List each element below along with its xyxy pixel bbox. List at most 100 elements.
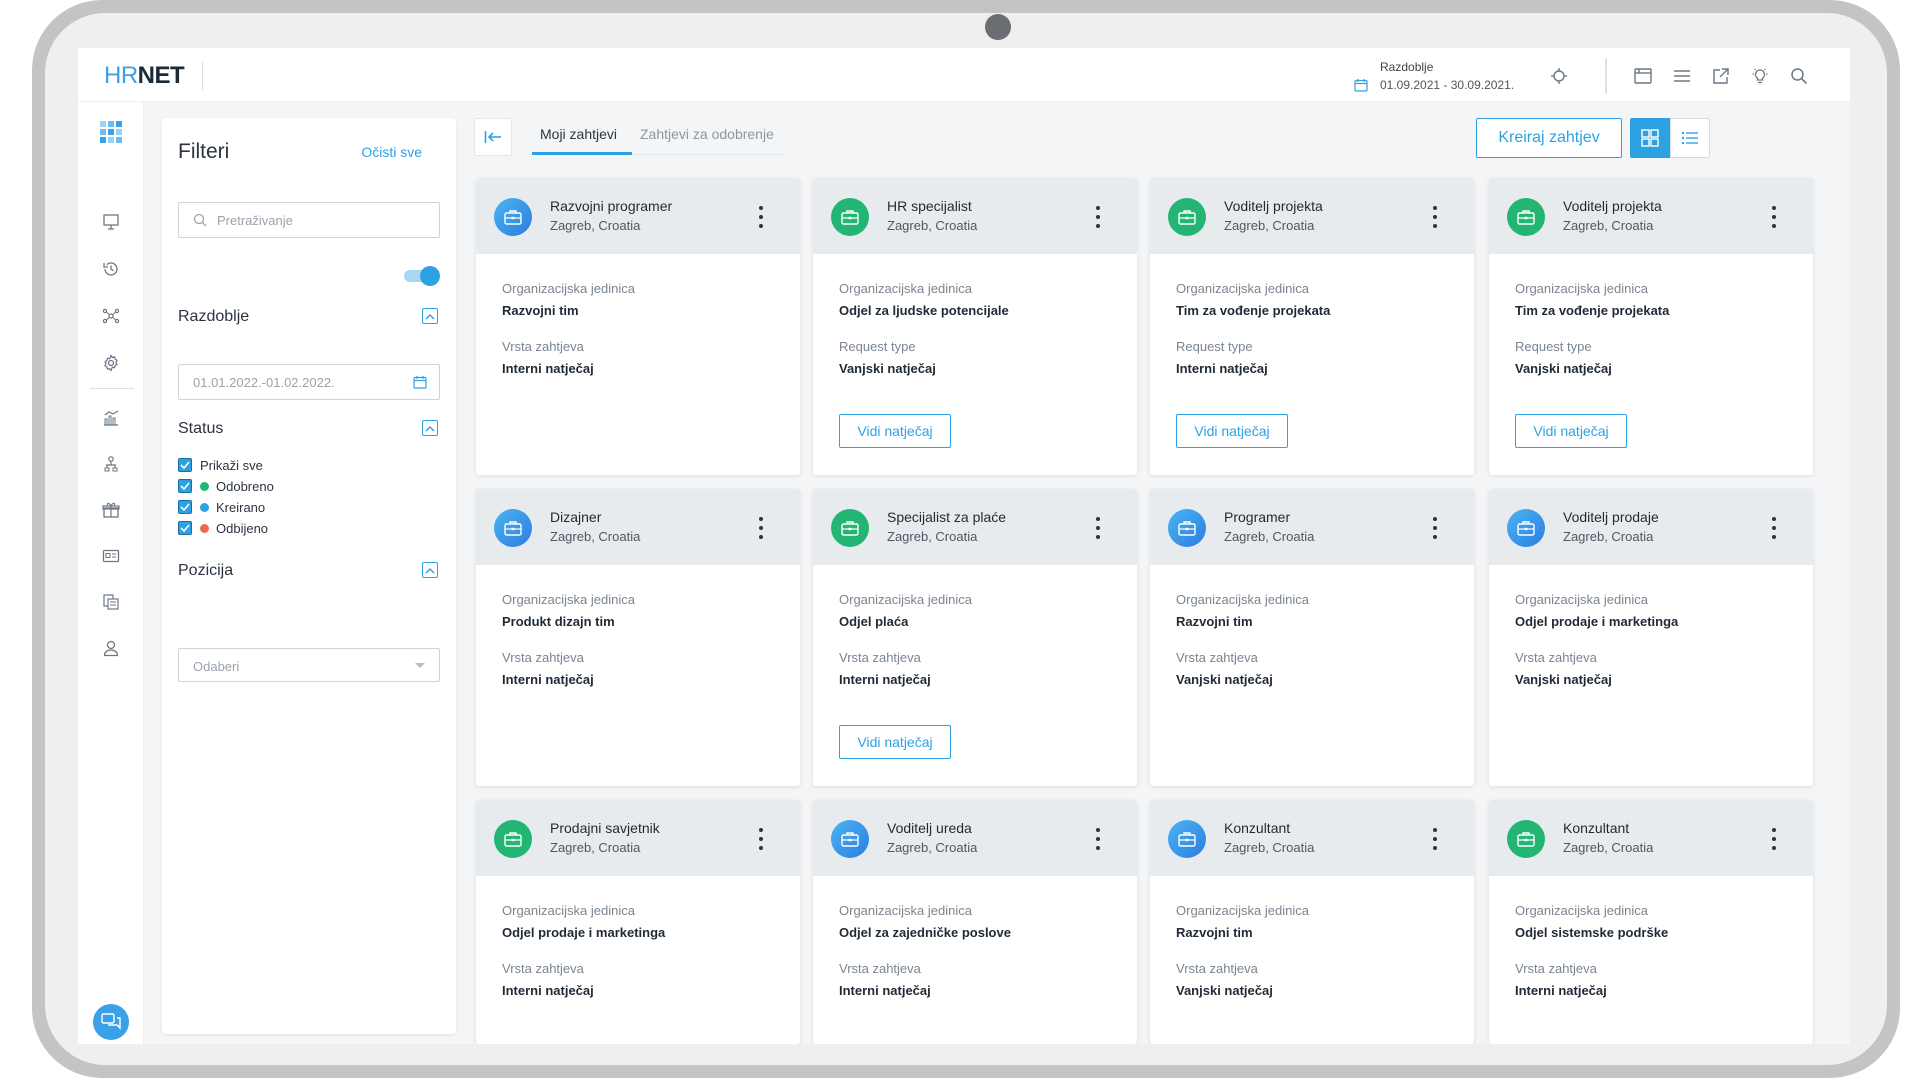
request-card[interactable]: Voditelj projekta Zagreb, Croatia Organiza… xyxy=(1150,178,1474,475)
status-section-title: Status xyxy=(178,420,224,437)
apps-grid-icon[interactable] xyxy=(99,120,123,144)
card-header: Konzultant Zagreb, Croatia xyxy=(1150,800,1474,876)
more-options-icon[interactable] xyxy=(758,206,764,228)
status-option-approved[interactable]: Odobreno xyxy=(178,477,274,495)
filter-search-input[interactable]: Pretraživanje xyxy=(178,202,440,238)
list-view-icon xyxy=(1681,131,1698,145)
request-card[interactable]: Razvojni programer Zagreb, Croatia Organiz… xyxy=(476,178,800,475)
camera xyxy=(985,14,1011,40)
grid-view-button[interactable] xyxy=(1630,118,1670,158)
window-icon[interactable] xyxy=(1632,65,1654,87)
more-options-icon[interactable] xyxy=(1095,517,1101,539)
tab-my-requests[interactable]: Moji zahtjevi xyxy=(540,126,617,142)
card-header: Specijalist za plaće Zagreb, Croatia xyxy=(813,489,1137,565)
status-option-rejected[interactable]: Odbijeno xyxy=(178,519,268,537)
more-options-icon[interactable] xyxy=(758,517,764,539)
filter-toggle[interactable] xyxy=(404,266,440,286)
presentation-icon[interactable] xyxy=(99,210,123,234)
more-options-icon[interactable] xyxy=(1432,517,1438,539)
gift-icon[interactable] xyxy=(99,498,123,522)
request-card[interactable]: Programer Zagreb, Croatia Organizacijska j… xyxy=(1150,489,1474,786)
card-title: HR specijalist xyxy=(887,198,972,214)
request-type-label: Vrsta zahtjeva xyxy=(1515,961,1597,976)
card-header: HR specijalist Zagreb, Croatia xyxy=(813,178,1137,254)
view-posting-button[interactable]: Vidi natječaj xyxy=(1515,414,1627,448)
more-options-icon[interactable] xyxy=(1771,517,1777,539)
more-options-icon[interactable] xyxy=(1432,206,1438,228)
card-location: Zagreb, Croatia xyxy=(1563,529,1654,544)
period-value: 01.09.2021 - 30.09.2021. xyxy=(1380,78,1515,92)
status-option-created[interactable]: Kreirano xyxy=(178,498,265,516)
more-options-icon[interactable] xyxy=(1095,828,1101,850)
org-unit-value: Tim za vođenje projekata xyxy=(1515,303,1670,318)
request-card[interactable]: Konzultant Zagreb, Croatia Organizacijska … xyxy=(1150,800,1474,1044)
position-section-title: Pozicija xyxy=(178,562,234,579)
view-posting-button[interactable]: Vidi natječaj xyxy=(839,414,951,448)
checkbox-checked[interactable] xyxy=(178,521,192,535)
org-structure-icon[interactable] xyxy=(99,452,123,476)
clear-all-link[interactable]: Očisti sve xyxy=(361,144,422,160)
documents-icon[interactable] xyxy=(99,590,123,614)
request-card[interactable]: Konzultant Zagreb, Croatia Organizacijska … xyxy=(1489,800,1813,1044)
org-unit-label: Organizacijska jedinica xyxy=(1515,592,1648,607)
request-card[interactable]: Specijalist za plaće Zagreb, Croatia Organ… xyxy=(813,489,1137,786)
period-label: Razdoblje xyxy=(1380,60,1434,74)
chevron-up-icon[interactable] xyxy=(422,308,438,324)
more-options-icon[interactable] xyxy=(1095,206,1101,228)
more-options-icon[interactable] xyxy=(1771,206,1777,228)
request-type-label: Vrsta zahtjeva xyxy=(502,650,584,665)
collapse-filters-button[interactable] xyxy=(474,118,512,156)
menu-icon[interactable] xyxy=(1671,65,1693,87)
request-card[interactable]: Voditelj prodaje Zagreb, Croatia Organizac… xyxy=(1489,489,1813,786)
request-card[interactable]: Voditelj ureda Zagreb, Croatia Organizacij… xyxy=(813,800,1137,1044)
chevron-up-icon[interactable] xyxy=(422,420,438,436)
view-posting-button[interactable]: Vidi natječaj xyxy=(839,725,951,759)
briefcase-icon xyxy=(1507,198,1545,236)
request-type-label: Vrsta zahtjeva xyxy=(1176,961,1258,976)
toggle-knob xyxy=(420,266,440,286)
location-target-icon[interactable] xyxy=(1548,65,1570,87)
card-location: Zagreb, Croatia xyxy=(550,840,641,855)
request-card[interactable]: Dizajner Zagreb, Croatia Organizacijska je… xyxy=(476,489,800,786)
id-card-icon[interactable] xyxy=(99,544,123,568)
list-view-button[interactable] xyxy=(1670,118,1710,158)
card-header: Voditelj prodaje Zagreb, Croatia xyxy=(1489,489,1813,565)
card-location: Zagreb, Croatia xyxy=(550,218,641,233)
network-icon[interactable] xyxy=(99,304,123,328)
chevron-up-icon[interactable] xyxy=(422,562,438,578)
period-date-input[interactable]: 01.01.2022.-01.02.2022. xyxy=(178,364,440,400)
top-bar: HRNET Razdoblje 01.09.2021 - 30.09.2021. xyxy=(78,48,1850,102)
card-location: Zagreb, Croatia xyxy=(1224,218,1315,233)
request-card[interactable]: Voditelj projekta Zagreb, Croatia Organiza… xyxy=(1489,178,1813,475)
status-option-show-all[interactable]: Prikaži sve xyxy=(178,456,263,474)
lightbulb-icon[interactable] xyxy=(1749,65,1771,87)
history-icon[interactable] xyxy=(99,257,123,281)
request-type-value: Vanjski natječaj xyxy=(1176,983,1273,998)
tab-requests-for-approval[interactable]: Zahtjevi za odobrenje xyxy=(640,126,774,142)
analytics-chart-icon[interactable] xyxy=(99,406,123,430)
more-options-icon[interactable] xyxy=(1432,828,1438,850)
more-options-icon[interactable] xyxy=(1771,828,1777,850)
status-option-label: Kreirano xyxy=(216,499,266,515)
request-card[interactable]: HR specijalist Zagreb, Croatia Organizacij… xyxy=(813,178,1137,475)
view-posting-button[interactable]: Vidi natječaj xyxy=(1176,414,1288,448)
org-unit-label: Organizacijska jedinica xyxy=(1515,281,1648,296)
external-link-icon[interactable] xyxy=(1710,65,1732,87)
checkbox-checked[interactable] xyxy=(178,500,192,514)
user-profile-icon[interactable] xyxy=(99,636,123,660)
logo-divider xyxy=(202,62,203,90)
briefcase-icon xyxy=(1168,509,1206,547)
search-icon[interactable] xyxy=(1788,65,1810,87)
more-options-icon[interactable] xyxy=(758,828,764,850)
chat-support-icon[interactable] xyxy=(93,1004,129,1040)
card-header: Programer Zagreb, Croatia xyxy=(1150,489,1474,565)
create-request-button[interactable]: Kreiraj zahtjev xyxy=(1476,118,1622,158)
app-logo[interactable]: HRNET xyxy=(104,62,185,90)
settings-gear-icon[interactable] xyxy=(99,351,123,375)
checkbox-checked[interactable] xyxy=(178,458,192,472)
card-location: Zagreb, Croatia xyxy=(1224,840,1315,855)
request-card[interactable]: Prodajni savjetnik Zagreb, Croatia Organiz… xyxy=(476,800,800,1044)
org-unit-label: Organizacijska jedinica xyxy=(502,592,635,607)
position-select[interactable]: Odaberi xyxy=(178,648,440,682)
checkbox-checked[interactable] xyxy=(178,479,192,493)
